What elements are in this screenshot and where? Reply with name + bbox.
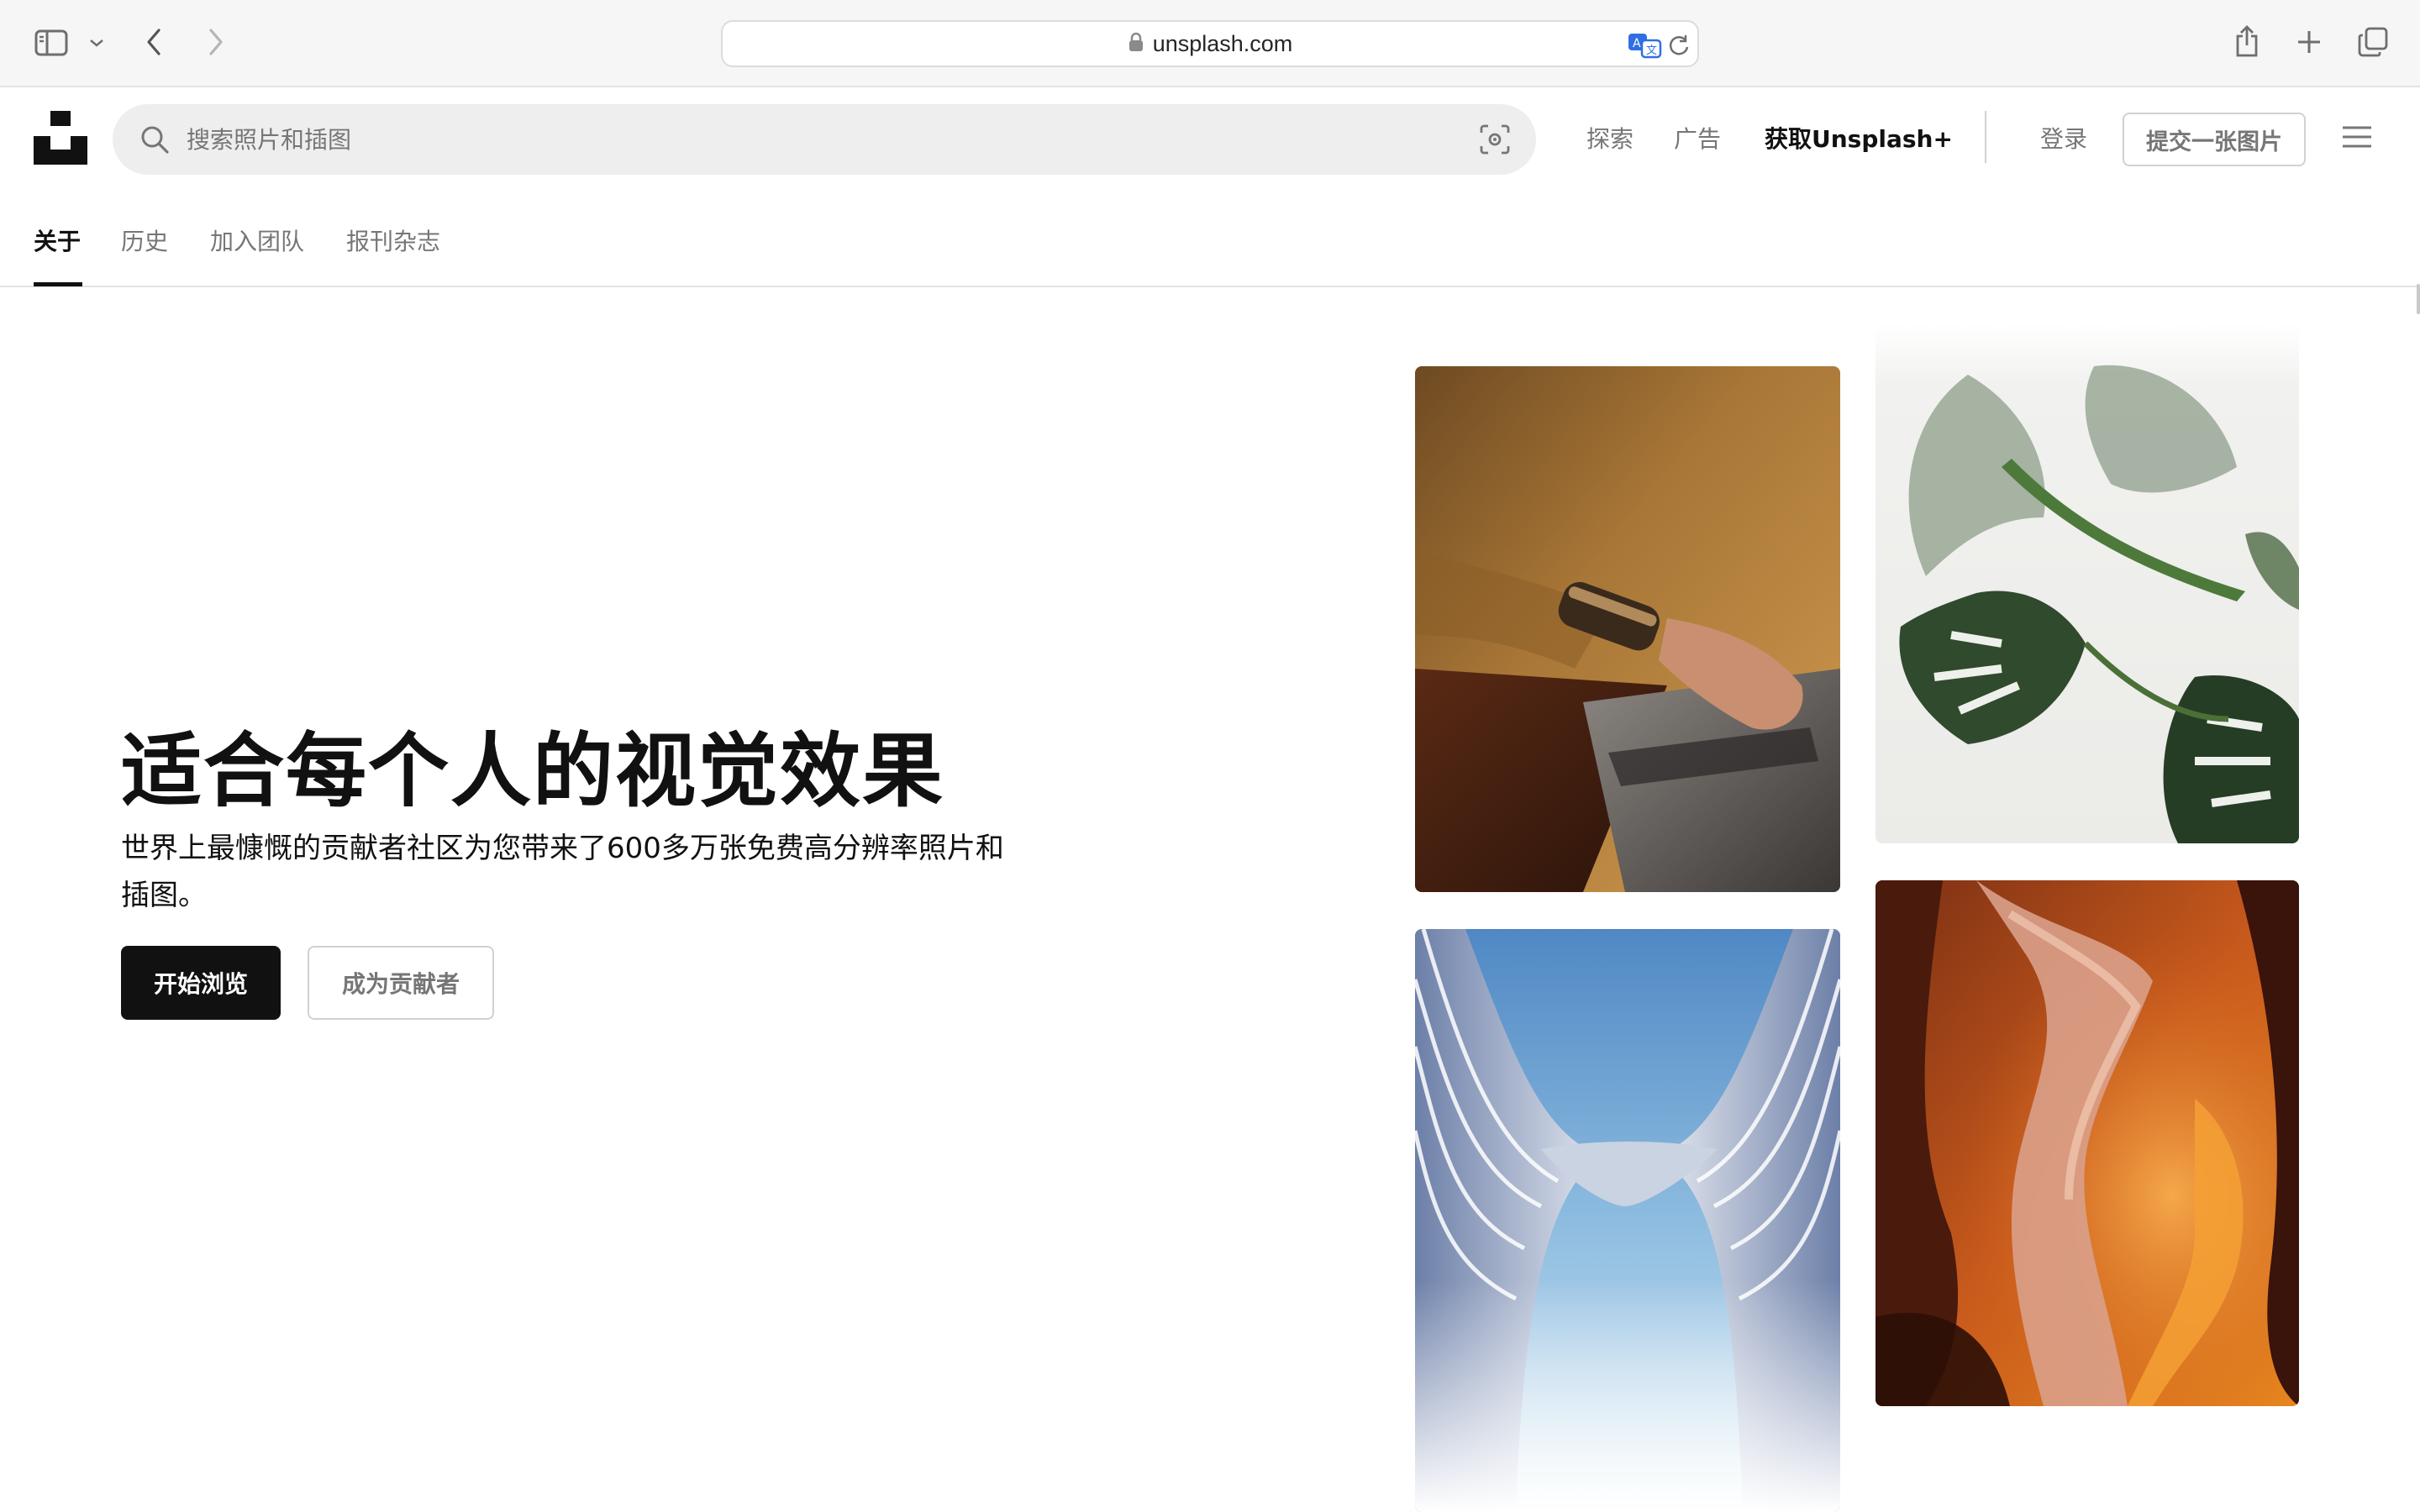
- tab-history[interactable]: 历史: [121, 223, 168, 257]
- tab-join-team[interactable]: 加入团队: [210, 223, 304, 257]
- nav-advertise-link[interactable]: 广告: [1674, 121, 1721, 155]
- nav-divider: [1985, 111, 1986, 163]
- address-bar[interactable]: unsplash.com A文: [721, 20, 1699, 67]
- site-header: 探索 广告 获取Unsplash+ 登录 提交一张图片: [0, 89, 2420, 190]
- login-link[interactable]: 登录: [2040, 121, 2087, 155]
- sub-navigation: 关于 历史 加入团队 报刊杂志: [0, 190, 2420, 287]
- forward-arrow-icon[interactable]: [203, 25, 229, 59]
- scrollbar[interactable]: [2417, 284, 2420, 314]
- share-icon[interactable]: [2232, 22, 2262, 60]
- search-input[interactable]: [185, 114, 1403, 165]
- submit-photo-button[interactable]: 提交一张图片: [2123, 113, 2306, 166]
- tab-press[interactable]: 报刊杂志: [346, 223, 440, 257]
- tab-overview-icon[interactable]: [2356, 25, 2390, 59]
- photo-curved-building[interactable]: [1415, 929, 1840, 1512]
- new-tab-plus-icon[interactable]: [2294, 27, 2324, 57]
- hero-title: 适合每个人的视觉效果: [121, 724, 944, 818]
- hero-description: 世界上最慷慨的贡献者社区为您带来了600多万张免费高分辨率照片和插图。: [121, 832, 1004, 912]
- back-arrow-icon[interactable]: [141, 25, 166, 59]
- svg-text:文: 文: [1646, 45, 1657, 57]
- reload-icon[interactable]: [1667, 34, 1691, 60]
- url-text: unsplash.com: [1152, 30, 1293, 56]
- become-contributor-button[interactable]: 成为贡献者: [308, 946, 494, 1020]
- search-bar[interactable]: [113, 104, 1536, 175]
- search-icon[interactable]: [139, 124, 170, 158]
- active-tab-indicator: [34, 282, 82, 286]
- lock-icon: [1128, 32, 1144, 55]
- sidebar-toggle-icon[interactable]: [34, 25, 69, 60]
- unsplash-logo-icon[interactable]: [34, 111, 87, 165]
- browser-toolbar: unsplash.com A文: [0, 0, 2420, 87]
- start-browsing-button[interactable]: 开始浏览: [121, 946, 281, 1020]
- chevron-down-icon[interactable]: [87, 34, 106, 52]
- hamburger-menu-icon[interactable]: [2341, 124, 2373, 153]
- photo-canyon[interactable]: [1876, 880, 2299, 1406]
- nav-get-unsplash-plus-link[interactable]: 获取Unsplash+: [1765, 121, 1953, 155]
- tab-about[interactable]: 关于: [34, 223, 81, 257]
- visual-search-icon[interactable]: [1479, 123, 1511, 159]
- svg-text:A: A: [1633, 37, 1641, 50]
- translate-icon[interactable]: A文: [1627, 30, 1662, 62]
- photo-monstera-plant[interactable]: [1876, 324, 2299, 843]
- nav-explore-link[interactable]: 探索: [1586, 121, 1634, 155]
- photo-person-laptop[interactable]: [1415, 366, 1840, 892]
